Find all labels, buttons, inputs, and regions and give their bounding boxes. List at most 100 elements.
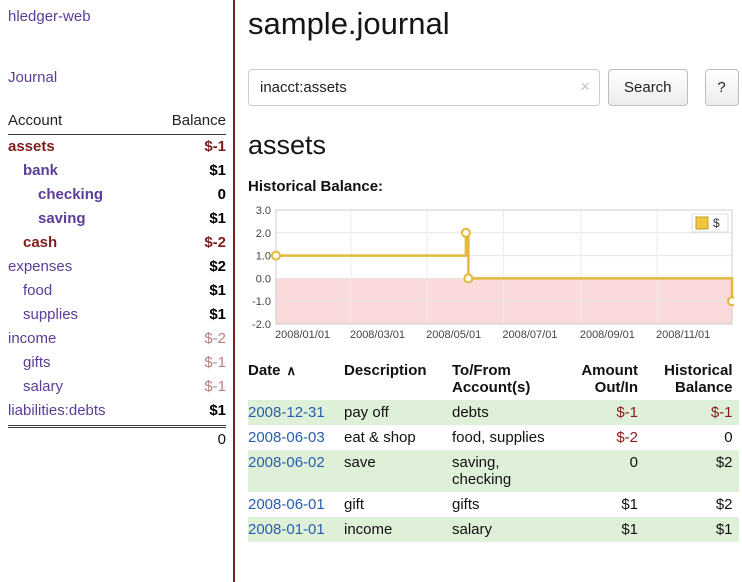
balance-column-label: Balance (172, 112, 226, 129)
account-row: assets $-1 (8, 135, 226, 159)
date-link[interactable]: 2008-06-01 (248, 496, 325, 513)
amount-cell: $-1 (564, 400, 644, 425)
register-table: Date ∧ Description To/FromAccount(s) Amou… (248, 362, 739, 542)
balance-chart: $3.02.01.00.0-1.0-2.02008/01/012008/03/0… (248, 202, 739, 349)
accounts-cell: saving, checking (452, 450, 564, 492)
accounts-cell: salary (452, 517, 564, 542)
accounts-cell: gifts (452, 492, 564, 517)
account-balance: $1 (209, 159, 226, 183)
search-input-wrap: × (248, 69, 600, 106)
account-balance: $1 (209, 279, 226, 303)
svg-text:2008/01/01: 2008/01/01 (275, 329, 330, 341)
svg-text:-1.0: -1.0 (252, 296, 271, 308)
svg-text:3.0: 3.0 (256, 205, 271, 217)
account-row: supplies $1 (8, 303, 226, 327)
account-link-assets[interactable]: assets (8, 135, 55, 159)
balance-cell: $2 (644, 492, 739, 517)
date-link[interactable]: 2008-12-31 (248, 404, 325, 421)
date-cell: 2008-12-31 (248, 400, 344, 425)
table-row: 2008-12-31pay offdebts$-1$-1 (248, 400, 739, 425)
sidebar: hledger-web Journal Account Balance asse… (0, 0, 235, 582)
table-row: 2008-06-02savesaving, checking0$2 (248, 450, 739, 492)
account-link-food[interactable]: food (8, 279, 52, 303)
date-link[interactable]: 2008-06-03 (248, 429, 325, 446)
description-cell: pay off (344, 400, 452, 425)
column-header-amount: AmountOut/In (564, 362, 644, 400)
table-row: 2008-06-01 giftgifts$1$2 (248, 492, 739, 517)
account-row: checking 0 (8, 183, 226, 207)
main-content: sample.journal × Search ? assets Histori… (235, 0, 742, 582)
column-header-date-label: Date (248, 362, 281, 379)
account-column-label: Account (8, 112, 62, 129)
account-link-gifts[interactable]: gifts (8, 351, 51, 375)
date-link[interactable]: 2008-06-02 (248, 454, 325, 471)
account-balance: $-1 (204, 135, 226, 159)
account-balance: $-2 (204, 231, 226, 255)
account-row: bank $1 (8, 159, 226, 183)
account-link-bank[interactable]: bank (8, 159, 58, 183)
date-link[interactable]: 2008-01-01 (248, 521, 325, 538)
description-cell: income (344, 517, 452, 542)
account-link-saving[interactable]: saving (8, 207, 86, 231)
account-balance: $-1 (204, 375, 226, 399)
account-tree: assets $-1 bank $1 checking 0 saving $1 cash $-2 e… (8, 135, 226, 423)
account-link-liabilities-debts[interactable]: liabilities:debts (8, 399, 106, 423)
accounts-cell: debts (452, 400, 564, 425)
account-balance: $1 (209, 303, 226, 327)
account-tree-header: Account Balance (8, 112, 226, 135)
table-header-row: Date ∧ Description To/FromAccount(s) Amou… (248, 362, 739, 400)
amount-cell: $1 (564, 492, 644, 517)
table-row: 2008-01-01incomesalary$1$1 (248, 517, 739, 542)
svg-text:2.0: 2.0 (256, 227, 271, 239)
account-link-income[interactable]: income (8, 327, 56, 351)
account-link-salary[interactable]: salary (8, 375, 63, 399)
account-balance: $-1 (204, 351, 226, 375)
search-input[interactable] (248, 69, 600, 106)
page-title: sample.journal (248, 6, 739, 42)
column-header-accounts: To/FromAccount(s) (452, 362, 564, 400)
column-header-description: Description (344, 362, 452, 400)
svg-text:2008/05/01: 2008/05/01 (426, 329, 481, 341)
svg-text:-2.0: -2.0 (252, 319, 271, 331)
search-bar: × Search ? (248, 69, 739, 106)
account-row: salary $-1 (8, 375, 226, 399)
account-balance: 0 (218, 183, 226, 207)
clear-search-icon[interactable]: × (580, 77, 590, 97)
amount-cell: $1 (564, 517, 644, 542)
chart-title: Historical Balance: (248, 178, 739, 195)
column-header-date[interactable]: Date ∧ (248, 362, 344, 400)
accounts-cell: food, supplies (452, 425, 564, 450)
sort-asc-icon: ∧ (287, 363, 297, 378)
account-balance: $1 (209, 399, 226, 423)
account-link-cash[interactable]: cash (8, 231, 57, 255)
balance-cell: 0 (644, 425, 739, 450)
amount-cell: 0 (564, 450, 644, 492)
account-balance: $2 (209, 255, 226, 279)
svg-text:2008/09/01: 2008/09/01 (580, 329, 635, 341)
balance-cell: $1 (644, 517, 739, 542)
svg-text:2008/11/01: 2008/11/01 (656, 329, 710, 341)
table-row: 2008-06-03eat & shopfood, supplies$-20 (248, 425, 739, 450)
account-link-supplies[interactable]: supplies (8, 303, 78, 327)
account-row: cash $-2 (8, 231, 226, 255)
account-link-checking[interactable]: checking (8, 183, 103, 207)
nav-journal-link[interactable]: Journal (8, 69, 226, 86)
register-table-body: 2008-12-31pay offdebts$-1$-12008-06-03ea… (248, 400, 739, 542)
svg-text:2008/07/01: 2008/07/01 (502, 329, 557, 341)
svg-text:$: $ (713, 216, 720, 230)
account-row: food $1 (8, 279, 226, 303)
balance-cell: $2 (644, 450, 739, 492)
date-cell: 2008-06-02 (248, 450, 344, 492)
help-button[interactable]: ? (705, 69, 739, 106)
balance-chart-svg: $3.02.01.00.0-1.0-2.02008/01/012008/03/0… (248, 202, 734, 344)
description-cell: gift (344, 492, 452, 517)
svg-text:1.0: 1.0 (256, 250, 271, 262)
amount-cell: $-2 (564, 425, 644, 450)
search-button[interactable]: Search (608, 69, 688, 106)
date-cell: 2008-01-01 (248, 517, 344, 542)
total-row: 0 (8, 425, 226, 452)
svg-text:0.0: 0.0 (256, 273, 271, 285)
total-balance: 0 (218, 428, 226, 452)
account-link-expenses[interactable]: expenses (8, 255, 72, 279)
brand-link[interactable]: hledger-web (8, 8, 226, 25)
